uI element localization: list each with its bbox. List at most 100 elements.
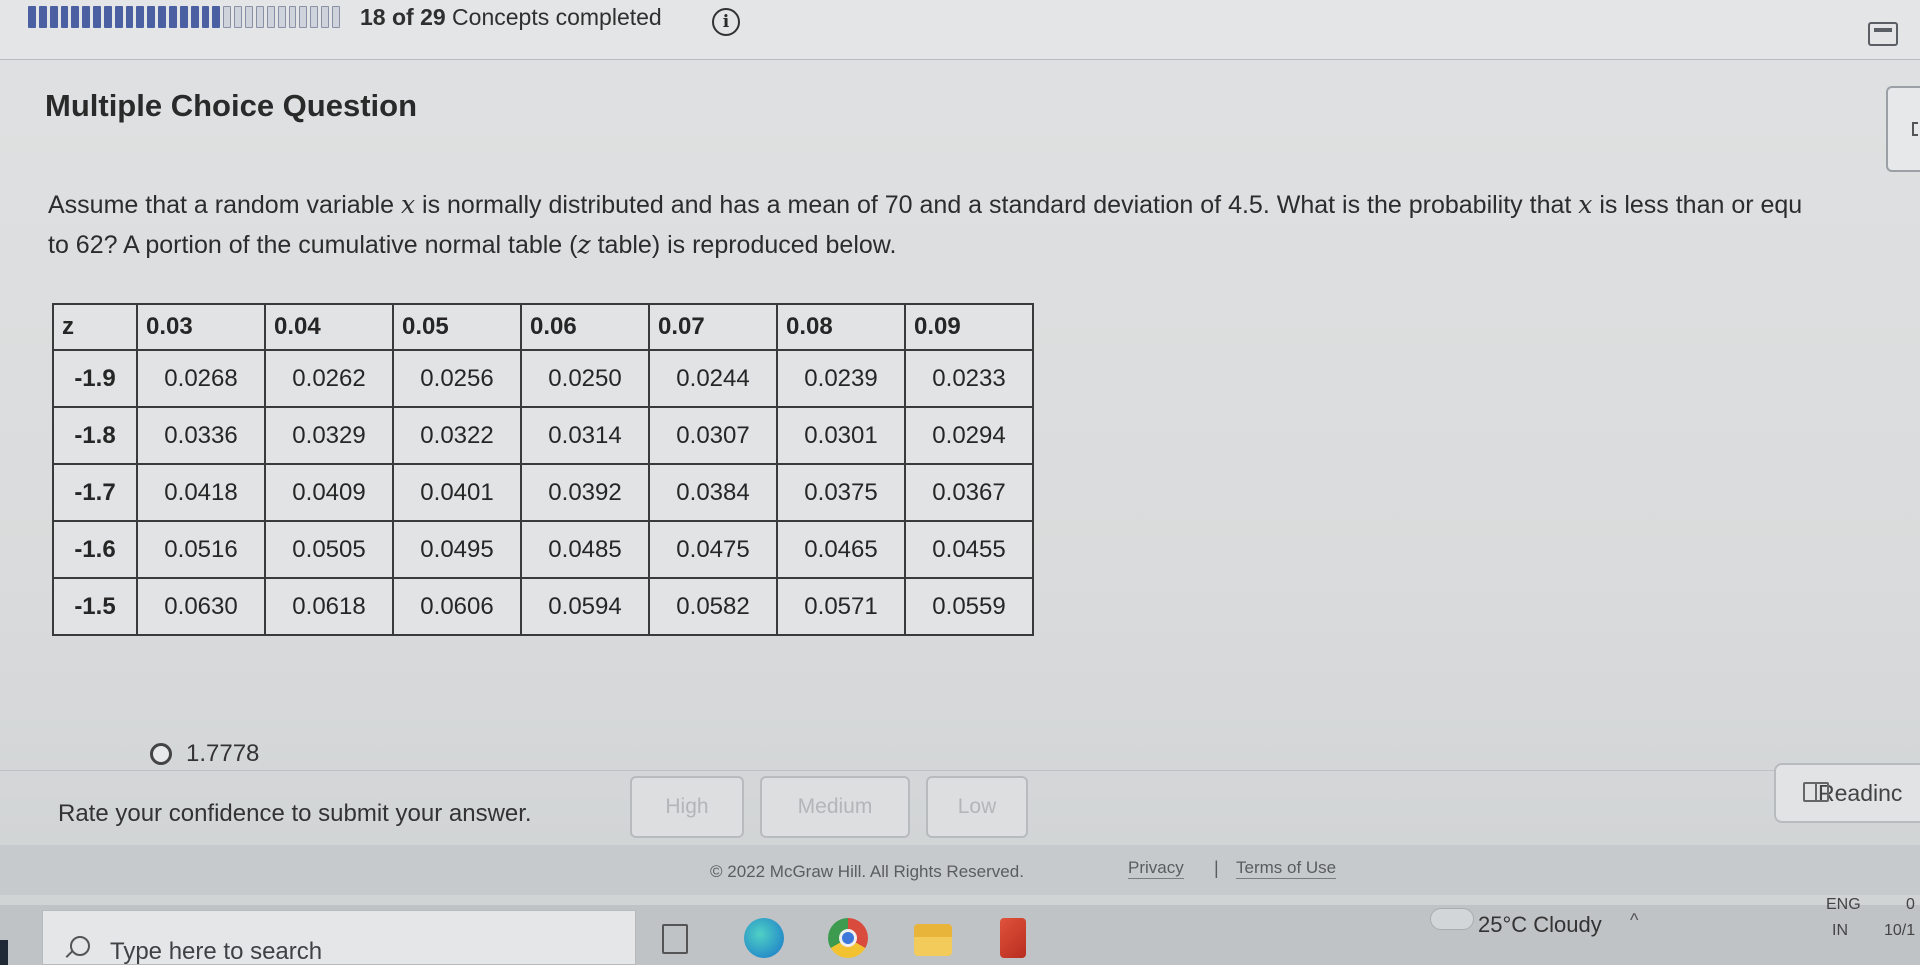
z-table-header: 0.06 [520,303,650,351]
progress-segment-completed [82,6,91,28]
z-table-header-row: z 0.03 0.04 0.05 0.06 0.07 0.08 0.09 [52,303,1034,351]
z-value-cell: -1.9 [52,349,138,408]
confidence-prompt: Rate your confidence to submit your answ… [58,800,532,827]
progress-segment-remaining [332,6,340,28]
probability-cell: 0.0455 [904,520,1034,579]
probability-cell: 0.0559 [904,577,1034,636]
progress-segment-completed [125,6,134,28]
confidence-low-button[interactable]: Low [926,776,1028,838]
terms-of-use-link[interactable]: Terms of Use [1236,858,1337,879]
probability-cell: 0.0582 [648,577,778,636]
progress-segment-completed [71,6,80,28]
probability-cell: 0.0322 [392,406,522,465]
probability-cell: 0.0301 [776,406,906,465]
probability-cell: 0.0375 [776,463,906,522]
reading-button[interactable]: Readinc [1774,763,1920,823]
z-table-header: 0.03 [136,303,266,351]
question-text-part: is less than or equ [1592,191,1803,219]
progress-segment-completed [60,6,69,28]
probability-cell: 0.0367 [904,463,1034,522]
probability-cell: 0.0495 [392,520,522,579]
answer-option[interactable]: 1.7778 [150,740,259,768]
probability-cell: 0.0294 [904,406,1034,465]
progress-segment-completed [201,6,210,28]
probability-cell: 0.0630 [136,577,266,636]
probability-cell: 0.0409 [264,463,394,522]
office-icon[interactable] [1000,918,1026,958]
book-icon [1803,782,1829,802]
probability-cell: 0.0262 [264,349,394,408]
calculator-icon[interactable] [1868,22,1898,46]
clock-time[interactable]: 0 [1906,896,1915,914]
start-button[interactable] [0,940,8,965]
progress-segment-completed [38,6,47,28]
search-placeholder[interactable]: Type here to search [110,938,322,965]
probability-cell: 0.0329 [264,406,394,465]
question-text-part: Assume that a random variable [48,191,401,219]
language-indicator[interactable]: ENG [1826,896,1861,914]
page: 18 of 29 Concepts completed i Multiple C… [0,0,1920,965]
radio-button[interactable] [150,743,172,765]
probability-cell: 0.0256 [392,349,522,408]
chrome-browser-icon[interactable] [828,918,868,958]
z-table-row: -1.5 0.0630 0.0618 0.0606 0.0594 0.0582 0.0571… [52,577,1034,636]
z-table-header: 0.04 [264,303,394,351]
z-table-row: -1.7 0.0418 0.0409 0.0401 0.0392 0.0384 0.0375… [52,463,1034,522]
z-table-header: 0.05 [392,303,522,351]
answer-option-label[interactable]: 1.7778 [186,740,259,768]
region-indicator[interactable]: IN [1832,922,1848,940]
file-explorer-icon[interactable] [914,924,952,956]
tray-chevron-icon[interactable]: ^ [1630,910,1638,931]
task-view-icon[interactable] [662,924,688,954]
probability-cell: 0.0392 [520,463,650,522]
progress-segment-completed [28,6,36,28]
bracket-icon [1912,122,1918,136]
progress-segment-completed [93,6,101,28]
confidence-high-button[interactable]: High [630,776,744,838]
probability-cell: 0.0594 [520,577,650,636]
progress-segment-remaining [288,6,297,28]
progress-segment-remaining [244,6,253,28]
concept-progress-bar [28,6,340,28]
variable-x: x [1578,190,1593,219]
z-value-cell: -1.5 [52,577,138,636]
progress-segment-completed [190,6,199,28]
privacy-link[interactable]: Privacy [1128,858,1184,879]
probability-cell: 0.0485 [520,520,650,579]
progress-segment-remaining [234,6,242,28]
progress-segment-remaining [310,6,319,28]
progress-segment-completed [158,6,166,28]
progress-segment-remaining [321,6,330,28]
probability-cell: 0.0239 [776,349,906,408]
cloud-icon [1430,908,1474,930]
progress-segment-completed [179,6,188,28]
z-table-header: 0.08 [776,303,906,351]
z-table-row: -1.8 0.0336 0.0329 0.0322 0.0314 0.0307 0.0301… [52,406,1034,465]
probability-cell: 0.0571 [776,577,906,636]
question-type-heading: Multiple Choice Question [45,88,418,123]
z-table-header: z [52,303,138,351]
progress-text: 18 of 29 Concepts completed [360,4,662,31]
confidence-medium-button[interactable]: Medium [760,776,910,838]
progress-segment-completed [103,6,112,28]
probability-cell: 0.0505 [264,520,394,579]
progress-segment-completed [49,6,58,28]
edge-browser-icon[interactable] [744,918,784,958]
z-value-cell: -1.8 [52,406,138,465]
z-table-row: -1.9 0.0268 0.0262 0.0256 0.0250 0.0244 0.0239… [52,349,1034,408]
z-table-header: 0.07 [648,303,778,351]
question-text: Assume that a random variable x is norma… [48,185,1920,265]
z-table: z 0.03 0.04 0.05 0.06 0.07 0.08 0.09 -1.… [52,303,1034,636]
side-panel-tab[interactable] [1886,86,1920,172]
question-text-part: to 62? A portion of the cumulative norma… [48,231,578,259]
footer-separator: | [1214,858,1219,878]
progress-segment-remaining [299,6,308,28]
clock-date[interactable]: 10/1 [1884,922,1915,940]
progress-segment-remaining [266,6,275,28]
weather-text[interactable]: 25°C Cloudy [1478,912,1602,938]
progress-segment-completed [136,6,145,28]
probability-cell: 0.0606 [392,577,522,636]
progress-segment-completed [114,6,123,28]
probability-cell: 0.0233 [904,349,1034,408]
info-icon[interactable]: i [712,8,740,36]
